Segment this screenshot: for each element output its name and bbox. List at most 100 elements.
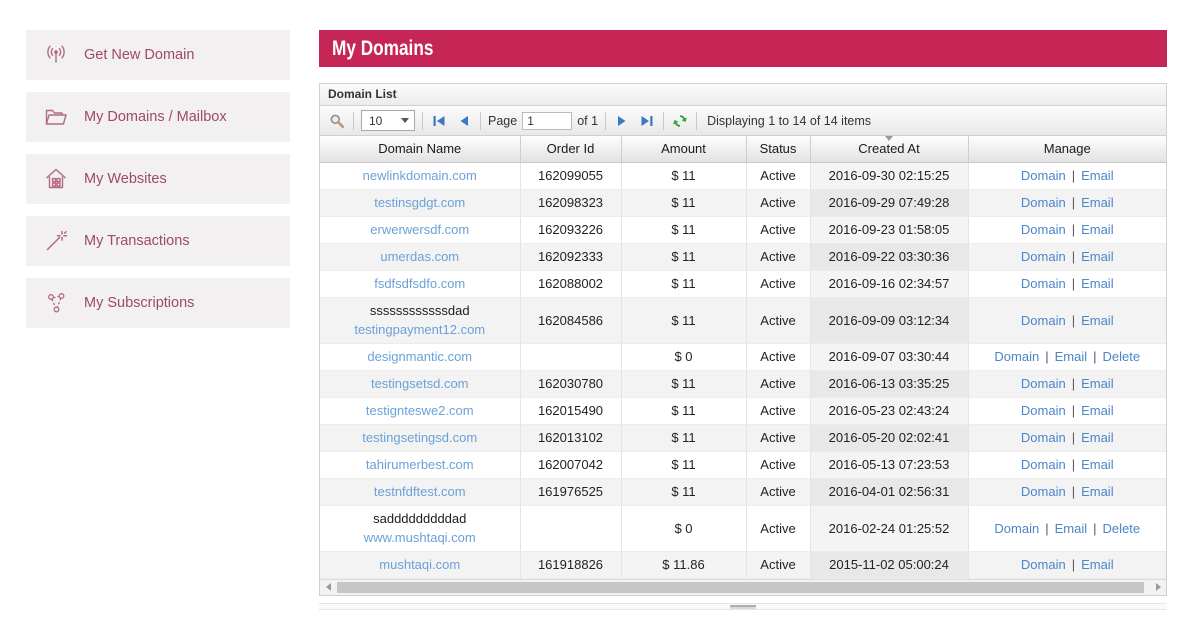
column-header-order-id[interactable]: Order Id: [520, 136, 621, 162]
sidebar-item-label: My Websites: [84, 171, 167, 187]
column-header-amount[interactable]: Amount: [621, 136, 746, 162]
first-page-button[interactable]: [430, 112, 448, 130]
last-page-icon: [639, 113, 655, 129]
manage-email-link[interactable]: Email: [1055, 349, 1088, 364]
manage-email-link[interactable]: Email: [1081, 249, 1114, 264]
manage-email-link[interactable]: Email: [1081, 195, 1114, 210]
toolbar-separator: [663, 112, 664, 130]
sidebar-item-my-subscriptions[interactable]: My Subscriptions: [26, 278, 290, 328]
manage-domain-link[interactable]: Domain: [1021, 313, 1066, 328]
created-at-cell: 2016-04-01 02:56:31: [810, 478, 968, 505]
next-page-button[interactable]: [613, 112, 631, 130]
manage-email-link[interactable]: Email: [1081, 168, 1114, 183]
manage-delete-link[interactable]: Delete: [1103, 521, 1141, 536]
manage-email-link[interactable]: Email: [1081, 430, 1114, 445]
manage-email-link[interactable]: Email: [1081, 457, 1114, 472]
domain-name-link[interactable]: erwerwersdf.com: [324, 220, 516, 239]
manage-separator: |: [1072, 222, 1075, 237]
sidebar-item-my-websites[interactable]: My Websites: [26, 154, 290, 204]
sidebar-item-my-transactions[interactable]: My Transactions: [26, 216, 290, 266]
order-id-cell: 162088002: [520, 270, 621, 297]
manage-domain-link[interactable]: Domain: [1021, 222, 1066, 237]
domain-cell: sadddddddddadwww.mushtaqi.com: [320, 505, 520, 551]
manage-domain-link[interactable]: Domain: [1021, 376, 1066, 391]
created-at-cell: 2016-05-23 02:43:24: [810, 397, 968, 424]
created-at-cell: 2016-09-07 03:30:44: [810, 343, 968, 370]
domain-name-link[interactable]: testingsetingsd.com: [324, 428, 516, 447]
domain-name-link[interactable]: newlinkdomain.com: [324, 166, 516, 185]
manage-email-link[interactable]: Email: [1081, 222, 1114, 237]
manage-separator: |: [1072, 313, 1075, 328]
domain-name-link[interactable]: testinsgdgt.com: [324, 193, 516, 212]
column-header-domain-name[interactable]: Domain Name: [320, 136, 520, 162]
manage-email-link[interactable]: Email: [1081, 276, 1114, 291]
manage-domain-link[interactable]: Domain: [994, 521, 1039, 536]
manage-email-link[interactable]: Email: [1081, 403, 1114, 418]
amount-cell: $ 11: [621, 243, 746, 270]
manage-domain-link[interactable]: Domain: [1021, 457, 1066, 472]
manage-domain-link[interactable]: Domain: [994, 349, 1039, 364]
scrollbar-thumb[interactable]: [337, 582, 1144, 593]
manage-cell: Domain | Email: [968, 370, 1166, 397]
domain-cell: erwerwersdf.com: [320, 216, 520, 243]
sidebar-item-get-new-domain[interactable]: Get New Domain: [26, 30, 290, 80]
horizontal-scrollbar[interactable]: [320, 579, 1166, 595]
created-at-cell: 2015-11-02 05:00:24: [810, 551, 968, 578]
manage-email-link[interactable]: Email: [1081, 484, 1114, 499]
manage-email-link[interactable]: Email: [1055, 521, 1088, 536]
manage-domain-link[interactable]: Domain: [1021, 168, 1066, 183]
manage-domain-link[interactable]: Domain: [1021, 430, 1066, 445]
manage-domain-link[interactable]: Domain: [1021, 557, 1066, 572]
manage-domain-link[interactable]: Domain: [1021, 195, 1066, 210]
manage-email-link[interactable]: Email: [1081, 376, 1114, 391]
domain-name-link[interactable]: tahirumerbest.com: [324, 455, 516, 474]
domain-name-text: sadddddddddad: [324, 509, 516, 528]
order-id-cell: 162007042: [520, 451, 621, 478]
pager: Page of 1: [488, 112, 598, 130]
column-header-label: Status: [760, 141, 797, 156]
manage-domain-link[interactable]: Domain: [1021, 249, 1066, 264]
column-header-label: Manage: [1044, 141, 1091, 156]
domain-name-link[interactable]: mushtaqi.com: [324, 555, 516, 574]
manage-email-link[interactable]: Email: [1081, 313, 1114, 328]
prev-page-button[interactable]: [455, 112, 473, 130]
manage-separator: |: [1093, 521, 1096, 536]
created-at-cell: 2016-09-22 03:30:36: [810, 243, 968, 270]
manage-domain-link[interactable]: Domain: [1021, 276, 1066, 291]
amount-cell: $ 11: [621, 424, 746, 451]
last-page-button[interactable]: [638, 112, 656, 130]
domain-name-link[interactable]: umerdas.com: [324, 247, 516, 266]
amount-cell: $ 11: [621, 451, 746, 478]
search-button[interactable]: [328, 112, 346, 130]
sidebar-item-my-domains-mailbox[interactable]: My Domains / Mailbox: [26, 92, 290, 142]
amount-cell: $ 11: [621, 162, 746, 189]
manage-delete-link[interactable]: Delete: [1103, 349, 1141, 364]
domain-cell: testinsgdgt.com: [320, 189, 520, 216]
status-cell: Active: [746, 162, 810, 189]
manage-separator: |: [1072, 376, 1075, 391]
refresh-button[interactable]: [671, 112, 689, 130]
resize-grip-handle[interactable]: [730, 605, 756, 609]
domain-name-link[interactable]: designmantic.com: [324, 347, 516, 366]
manage-domain-link[interactable]: Domain: [1021, 403, 1066, 418]
table-row: ssssssssssssdadtestingpayment12.com16208…: [320, 297, 1166, 343]
domain-name-link[interactable]: testingpayment12.com: [324, 320, 516, 339]
domain-name-link[interactable]: fsdfsdfsdfo.com: [324, 274, 516, 293]
domain-name-link[interactable]: testignteswe2.com: [324, 401, 516, 420]
page-label: Page: [488, 114, 517, 128]
manage-cell: Domain|Email: [968, 451, 1166, 478]
scroll-left-button[interactable]: [320, 580, 336, 595]
domain-name-link[interactable]: testingsetsd.com: [324, 374, 516, 393]
amount-cell: $ 11: [621, 216, 746, 243]
column-header-created-at[interactable]: Created At: [810, 136, 968, 162]
scroll-right-button[interactable]: [1150, 580, 1166, 595]
domain-name-link[interactable]: testnfdftest.com: [324, 482, 516, 501]
column-header-status[interactable]: Status: [746, 136, 810, 162]
page-input[interactable]: [522, 112, 572, 130]
column-header-manage[interactable]: Manage: [968, 136, 1166, 162]
manage-domain-link[interactable]: Domain: [1021, 484, 1066, 499]
manage-email-link[interactable]: Email: [1081, 557, 1114, 572]
created-at-cell: 2016-09-29 07:49:28: [810, 189, 968, 216]
page-size-select[interactable]: 10: [361, 110, 415, 131]
domain-name-link[interactable]: www.mushtaqi.com: [324, 528, 516, 547]
